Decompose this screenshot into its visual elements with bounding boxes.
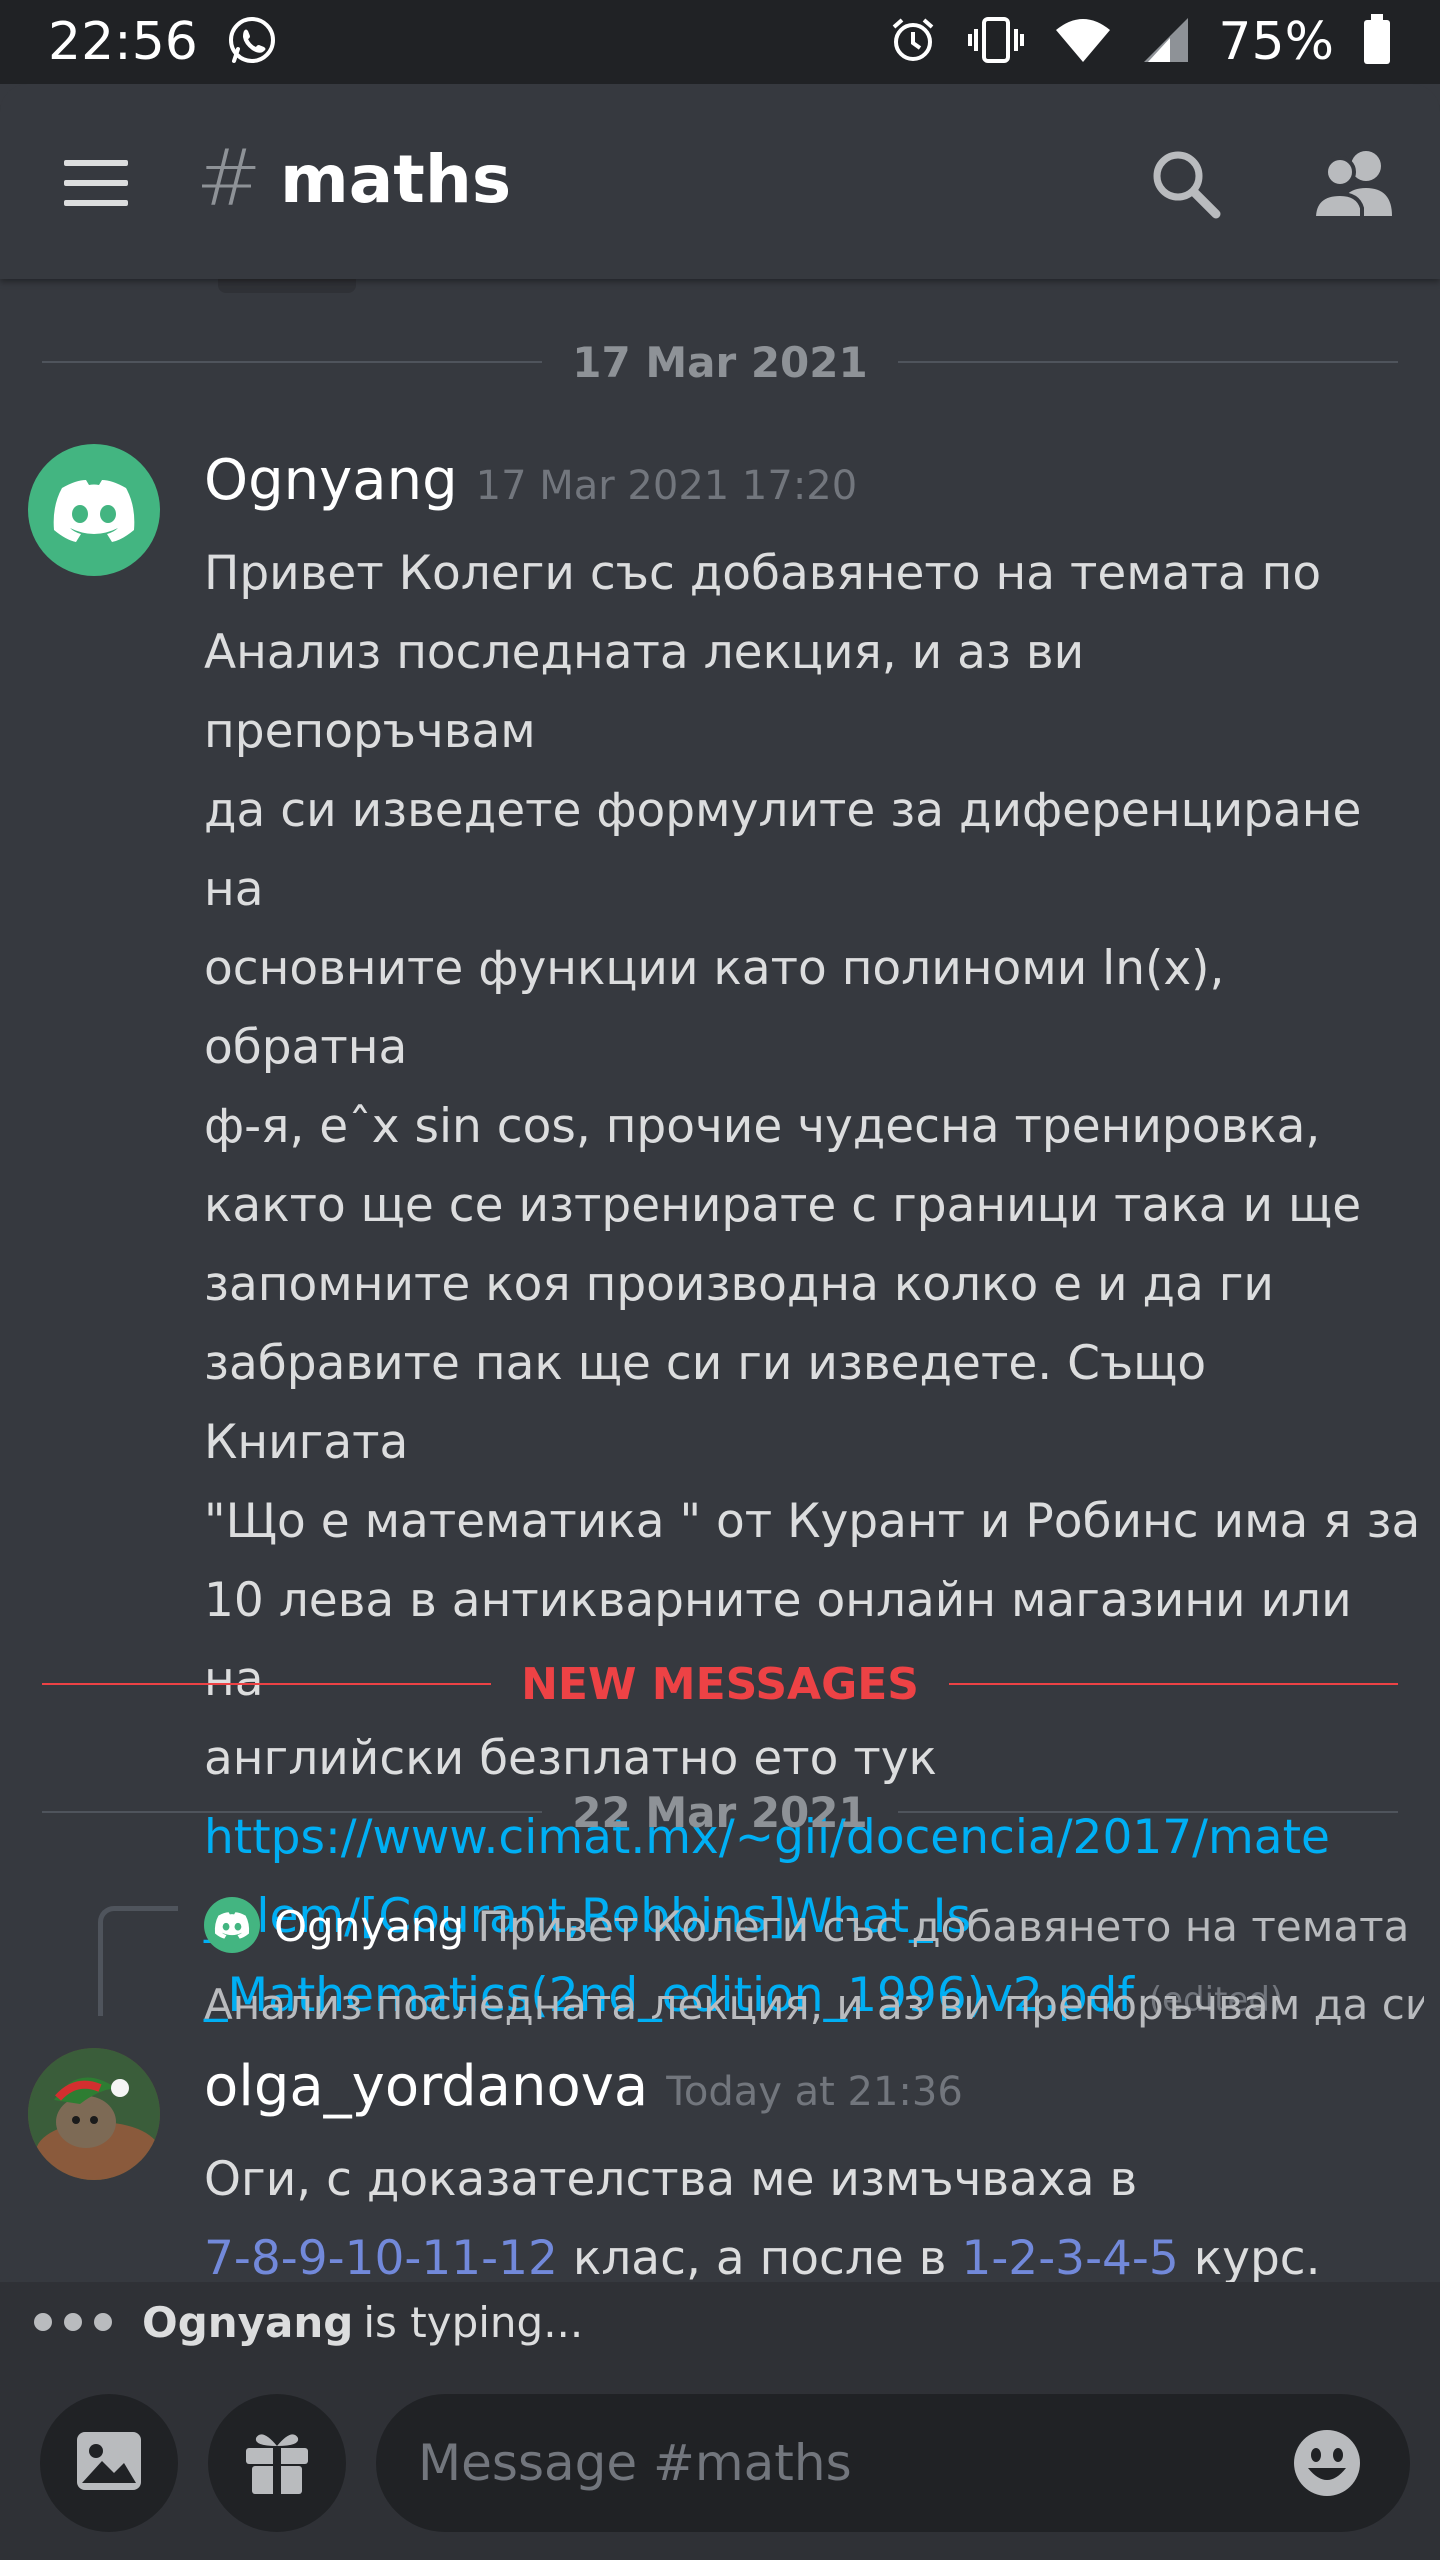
typing-indicator: Ognyang is typing...	[0, 2282, 1440, 2362]
reply-author: Ognyang	[274, 1902, 465, 1951]
alarm-icon	[888, 15, 938, 69]
date-divider: 22 Mar 2021	[42, 1782, 1398, 1842]
message-line: да си изведете формулите за диференциран…	[204, 783, 1362, 917]
vibrate-icon	[966, 15, 1026, 69]
gift-icon	[242, 2426, 312, 2500]
reply-connector	[98, 1906, 178, 2016]
avatar[interactable]	[28, 444, 160, 576]
message: olga_yordanova Today at 21:36 Оги, с док…	[204, 2054, 1424, 2298]
message-line: ф-я, eˆx sin cos, прочие чудесна трениро…	[204, 1099, 1321, 1154]
message-text: курс.	[1178, 2231, 1321, 2286]
typing-dots-icon	[34, 2313, 112, 2331]
message-author[interactable]: olga_yordanova	[204, 2054, 648, 2119]
message-timestamp: Today at 21:36	[666, 2069, 963, 2115]
wifi-icon	[1054, 16, 1112, 68]
message-timestamp: 17 Mar 2021 17:20	[475, 463, 858, 509]
message-line: забравите пак ще си ги изведете. Също Кн…	[204, 1336, 1207, 1470]
reply-snippet: Привет Колеги със добавянето на темата п…	[477, 1902, 1424, 1951]
reply-avatar-icon	[204, 1897, 260, 1953]
image-icon	[74, 2429, 144, 2497]
menu-icon[interactable]	[60, 156, 132, 210]
channel-header: # maths	[0, 84, 1440, 279]
message-line: основните функции като полиноми ln(x), о…	[204, 941, 1225, 1075]
message-line: Оги, с доказателства ме измъчваха в	[204, 2152, 1138, 2207]
message-line: запомните коя производна колко е и да ги	[204, 1257, 1274, 1312]
new-messages-divider: NEW MESSAGES	[42, 1654, 1399, 1714]
emoji-icon[interactable]	[1292, 2428, 1362, 2498]
discord-logo-icon	[53, 480, 135, 542]
cat-avatar-icon	[28, 2048, 160, 2180]
reply-preview[interactable]: Ognyang Привет Колеги със добавянето на …	[204, 1888, 1424, 2044]
message-text: клас, а после в	[557, 2231, 962, 2286]
status-bar: 22:56 75%	[0, 0, 1440, 84]
gift-button[interactable]	[208, 2394, 346, 2532]
signal-icon	[1140, 16, 1190, 68]
date-divider-label: 22 Mar 2021	[572, 1787, 868, 1837]
members-icon[interactable]	[1310, 146, 1396, 222]
message-line: Анализ последната лекция, и аз ви препор…	[204, 625, 1085, 759]
whatsapp-icon	[226, 14, 278, 70]
channel-name: maths	[280, 141, 512, 218]
scroll-indicator	[218, 279, 356, 293]
message-content: Оги, с доказателства ме измъчваха в 7-8-…	[204, 2140, 1424, 2298]
battery-icon	[1362, 14, 1392, 70]
reply-snippet: Анализ последната лекция, и аз ви препор…	[204, 1980, 1424, 2029]
date-divider: 17 Mar 2021	[42, 332, 1398, 392]
avatar[interactable]	[28, 2048, 160, 2180]
channel-hash-icon: #	[196, 134, 262, 224]
message-line: Привет Колеги със добавянето на темата п…	[204, 546, 1322, 601]
battery-percent: 75%	[1218, 12, 1334, 72]
new-messages-label: NEW MESSAGES	[521, 1658, 919, 1710]
date-divider-label: 17 Mar 2021	[572, 337, 868, 387]
typing-text: is typing...	[363, 2297, 584, 2347]
message-author[interactable]: Ognyang	[204, 448, 458, 513]
status-time: 22:56	[48, 12, 198, 72]
typing-user: Ognyang	[142, 2297, 354, 2347]
app-window: # maths 17 Mar 2021 Ognyang 17 Mar 2021 …	[0, 84, 1440, 2560]
search-icon[interactable]	[1148, 146, 1224, 222]
message-line: както ще се изтренирате с граници така и…	[204, 1178, 1362, 1233]
message-input[interactable]: Message #maths	[376, 2394, 1410, 2532]
image-upload-button[interactable]	[40, 2394, 178, 2532]
message-link[interactable]: 7-8-9-10-11-12	[204, 2231, 558, 2286]
message-line: "Що е математика " от Курант и Робинс им…	[204, 1494, 1421, 1549]
message-link[interactable]: 1-2-3-4-5	[961, 2231, 1178, 2286]
